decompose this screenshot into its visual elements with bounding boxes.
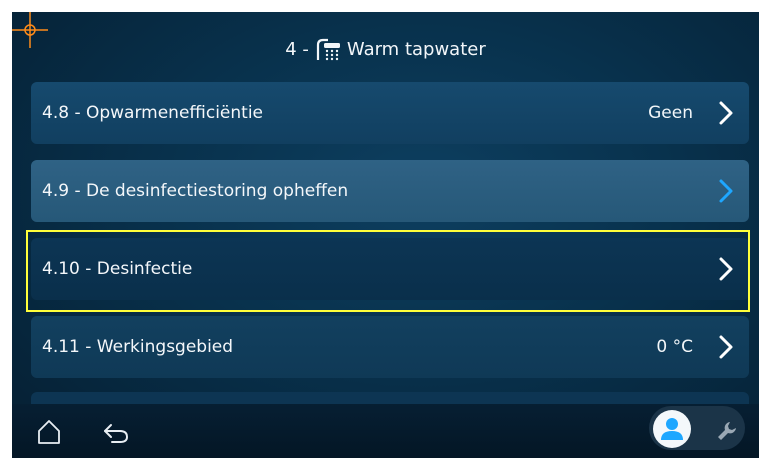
chevron-right-icon: [719, 101, 733, 125]
user-icon: [661, 418, 683, 440]
menu-item-label: 4.9 - De desinfectiestoring opheffen: [42, 181, 349, 201]
menu-item-4-9[interactable]: 4.9 - De desinfectiestoring opheffen: [31, 160, 749, 222]
menu-item-label: 4.11 - Werkingsgebied: [42, 337, 234, 357]
menu-item-label: 4.8 - Opwarmenefficiëntie: [42, 103, 263, 123]
shower-icon: [316, 38, 340, 61]
home-icon[interactable]: [36, 418, 62, 446]
selection-highlight: [26, 230, 750, 312]
back-arrow-icon[interactable]: [102, 422, 130, 444]
menu-item-value: 0 °C: [656, 337, 693, 357]
page-header: 4 - Warm tapwater: [12, 32, 759, 66]
wrench-icon[interactable]: [716, 420, 738, 442]
header-number: 4 -: [285, 38, 309, 60]
menu-item-4-11[interactable]: 4.11 - Werkingsgebied 0 °C: [31, 316, 749, 378]
menu-item-partial[interactable]: [31, 392, 749, 404]
menu-item-4-8[interactable]: 4.8 - Opwarmenefficiëntie Geen: [31, 82, 749, 144]
screen: 4 - Warm tapwater 4.8 - Opwarmenefficiën…: [12, 12, 759, 458]
menu-item-value: Geen: [648, 103, 693, 123]
chevron-right-icon: [719, 335, 733, 359]
user-button[interactable]: [653, 410, 691, 448]
chevron-right-icon: [719, 179, 733, 203]
page-title: Warm tapwater: [346, 38, 486, 60]
